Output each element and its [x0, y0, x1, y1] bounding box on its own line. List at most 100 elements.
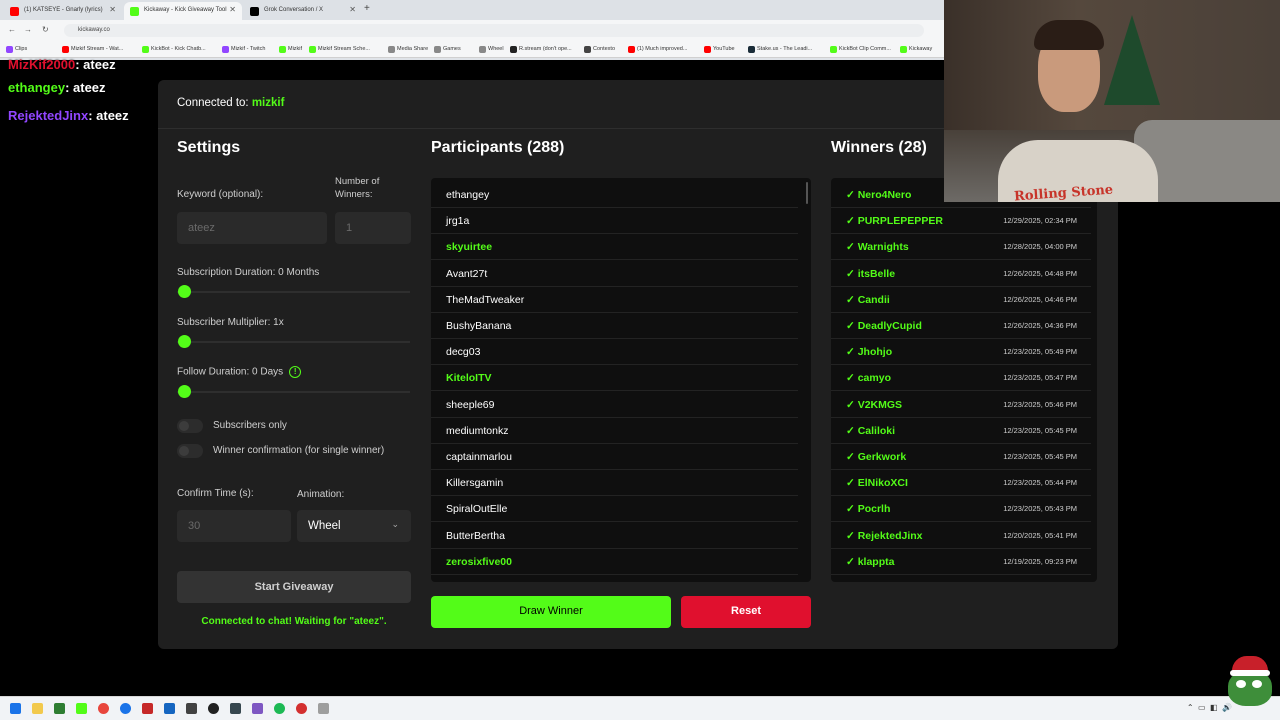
reset-button[interactable]: Reset — [681, 596, 811, 628]
num-winners-input[interactable]: 1 — [335, 212, 411, 244]
channel-name: mizkif — [251, 97, 285, 109]
winner-row: ✓ Gerkwork 12/23/2025, 05:45 PM — [831, 444, 1091, 470]
participant-name: Avant27t — [446, 267, 488, 280]
taskbar: ⌃ ▭ ◧ 🔊 — [0, 696, 1280, 720]
frog-eye — [1252, 680, 1262, 688]
winner-name: ✓ PURPLEPEPPER — [846, 215, 943, 228]
bookmark-icon — [309, 46, 316, 53]
participant-name: jrg1a — [446, 215, 470, 228]
winner-date: 12/19/2025, 09:23 PM — [1003, 556, 1077, 566]
winner-date: 12/23/2025, 05:45 PM — [1003, 425, 1077, 435]
spotify-icon[interactable] — [274, 703, 285, 714]
winner-name: ✓ RejektedJinx — [846, 529, 923, 542]
bookmark-item[interactable]: Mizkif — [279, 46, 302, 53]
close-icon[interactable]: ✕ — [229, 5, 236, 14]
winner-name: ✓ DeadlyCupid — [846, 320, 922, 332]
animation-value: Wheel — [308, 520, 341, 532]
participant-row: ethangey — [431, 182, 798, 208]
winner-confirmation-toggle[interactable] — [177, 444, 203, 458]
bookmark-item[interactable]: Games — [434, 46, 461, 53]
chat-username: MizKif2000 — [8, 57, 76, 72]
chevron-down-icon: ⌄ — [391, 519, 399, 529]
participant-name: ButterBertha — [446, 529, 505, 542]
bookmark-item[interactable]: Mizkif Stream Sche... — [309, 46, 370, 53]
sub-duration-handle[interactable] — [178, 285, 191, 298]
bookmark-item[interactable]: Mizkif - Twitch — [222, 46, 265, 53]
scrollbar[interactable] — [806, 182, 808, 204]
url-field[interactable]: kickaway.co — [64, 24, 924, 37]
tab-grok[interactable]: Grok Conversation / X ✕ — [244, 2, 362, 20]
follow-duration-handle[interactable] — [178, 385, 191, 398]
bookmark-item[interactable]: Contexto — [584, 46, 615, 53]
start-icon[interactable] — [10, 703, 21, 714]
sub-multiplier-handle[interactable] — [178, 335, 191, 348]
sub-multiplier-slider[interactable] — [177, 341, 410, 343]
bookmark-item[interactable]: (1) Much improved... — [628, 46, 687, 53]
keyword-label: Keyword (optional): — [177, 189, 264, 200]
follow-duration-slider[interactable] — [177, 391, 410, 393]
bookmark-icon — [628, 46, 635, 53]
bookmark-item[interactable]: Wheel — [479, 46, 504, 53]
bookmark-item[interactable]: Media Share — [388, 46, 428, 53]
participant-row: zerosixfive00 — [431, 549, 798, 575]
bookmark-item[interactable]: YouTube — [704, 46, 735, 53]
app-icon[interactable] — [296, 703, 307, 714]
winner-date: 12/26/2025, 04:48 PM — [1003, 268, 1077, 278]
app-icon[interactable] — [318, 703, 329, 714]
winner-row: ✓ Candii 12/26/2025, 04:46 PM — [831, 287, 1091, 313]
bookmark-item[interactable]: Stake.us - The Leadi... — [748, 46, 812, 53]
participant-name: Killersgamin — [446, 477, 504, 490]
participant-row: BushyBanana — [431, 313, 798, 339]
app-icon[interactable] — [164, 703, 175, 714]
folder-icon[interactable] — [32, 703, 43, 714]
participant-row: KiteloITV — [431, 365, 798, 392]
winner-date: 12/20/2025, 05:41 PM — [1003, 530, 1077, 540]
winner-name: ✓ ElNikoXCI — [846, 477, 908, 490]
winners-title: Winners (28) — [831, 139, 927, 156]
sub-duration-label: Subscription Duration: 0 Months — [177, 267, 320, 278]
streamer — [968, 20, 1158, 202]
participants-list[interactable]: ethangey jrg1a skyuirtee Avant27t TheMadTwea… — [431, 178, 811, 582]
chat-status-text: Connected to chat! Waiting for "ateez". — [201, 616, 387, 627]
kick-icon[interactable] — [76, 703, 87, 714]
app-icon[interactable] — [252, 703, 263, 714]
confirm-time-input[interactable]: 30 — [177, 510, 291, 542]
draw-winner-button[interactable]: Draw Winner — [431, 596, 671, 628]
winner-name: ✓ Jhohjo — [846, 346, 893, 359]
bookmark-icon — [830, 46, 837, 53]
bookmark-item[interactable]: KickBot Clip Comm... — [830, 46, 891, 53]
winner-date: 12/23/2025, 05:44 PM — [1003, 478, 1077, 488]
browser-icon[interactable] — [120, 703, 131, 714]
winner-row: ✓ Caliloki 12/23/2025, 05:45 PM — [831, 418, 1091, 444]
winner-date: 12/23/2025, 05:45 PM — [1003, 452, 1077, 461]
winners-list[interactable]: ✓ Nero4Nero ✓ PURPLEPEPPER 12/29/2025, 02:… — [831, 178, 1097, 582]
app-icon[interactable] — [142, 703, 153, 714]
sub-duration-slider[interactable] — [177, 291, 410, 293]
app-icon[interactable] — [208, 703, 219, 714]
follow-duration-label: Follow Duration: 0 Days — [177, 366, 284, 378]
toggle-knob — [179, 421, 189, 431]
tab-label: Grok Conversation / X — [264, 7, 324, 13]
winner-row: ✓ Pocrlh 12/23/2025, 05:43 PM — [831, 496, 1091, 523]
app-icon[interactable] — [186, 703, 197, 714]
bookmark-item[interactable]: R.stream (don't ope... — [510, 46, 572, 53]
bookmark-item[interactable]: Kickaway — [900, 46, 932, 53]
winner-name: ✓ Nero4Nero — [846, 189, 912, 201]
santa-hat-brim — [1230, 670, 1270, 676]
close-icon[interactable]: ✕ — [349, 5, 356, 14]
start-giveaway-button[interactable]: Start Giveaway — [177, 571, 411, 603]
winner-name: ✓ Candii — [846, 293, 890, 306]
animation-select[interactable]: Wheel ⌄ — [297, 510, 411, 542]
keyword-input[interactable]: ateez — [177, 212, 327, 244]
bookmark-icon — [584, 46, 591, 53]
app-icon[interactable] — [230, 703, 241, 714]
new-tab-button[interactable]: + — [364, 3, 370, 14]
app-icon[interactable] — [54, 703, 65, 714]
subscribers-only-toggle[interactable] — [177, 419, 203, 433]
chrome-icon[interactable] — [98, 703, 109, 714]
bookmark-label: R.stream (don't ope... — [519, 46, 572, 52]
info-icon[interactable]: ! — [289, 366, 302, 378]
participant-row: sheeple69 — [431, 392, 798, 418]
winner-date: 12/29/2025, 02:34 PM — [1003, 216, 1077, 226]
bookmark-icon — [748, 46, 755, 53]
